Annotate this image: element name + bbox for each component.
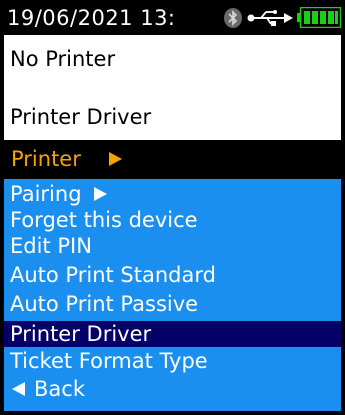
usb-icon	[247, 10, 293, 26]
printer-driver-text: Printer Driver	[10, 105, 152, 129]
menu-item-label: Auto Print Passive	[10, 292, 199, 316]
menu-item-back[interactable]: Back	[4, 377, 341, 401]
menu-item-label: Ticket Format Type	[10, 349, 208, 373]
menu-item-printer-driver[interactable]: Printer Driver	[4, 321, 341, 347]
menu-item-auto-print-passive[interactable]: Auto Print Passive	[4, 292, 341, 316]
printer-menu-list: Pairing Forget this device Edit PIN Auto…	[4, 179, 341, 414]
status-datetime: 19/06/2021 13:	[7, 6, 176, 30]
submenu-arrow-icon	[94, 187, 107, 201]
menu-item-auto-print-standard[interactable]: Auto Print Standard	[4, 263, 341, 287]
screen-bottom-edge	[1, 411, 344, 414]
menu-item-label: Pairing	[10, 182, 82, 206]
menu-item-label: Auto Print Standard	[10, 263, 216, 287]
menu-item-label: Printer Driver	[10, 322, 152, 346]
menu-item-label: Forget this device	[10, 208, 198, 232]
submenu-arrow-icon	[109, 152, 122, 166]
battery-icon	[297, 7, 341, 28]
status-bar: 19/06/2021 13:	[1, 1, 344, 35]
menu-item-label: Edit PIN	[10, 234, 92, 258]
menu-item-edit-pin[interactable]: Edit PIN	[4, 234, 341, 258]
menu-item-ticket-format-type[interactable]: Ticket Format Type	[4, 349, 341, 373]
bluetooth-icon	[224, 8, 242, 28]
back-arrow-icon	[12, 382, 25, 396]
printer-status-text: No Printer	[10, 47, 116, 71]
menu-title: Printer	[11, 147, 81, 171]
device-screen: 19/06/2021 13: No Printer Printer Driver…	[0, 0, 345, 415]
printer-info-panel: No Printer Printer Driver	[4, 35, 341, 140]
menu-item-forget-device[interactable]: Forget this device	[4, 208, 341, 232]
menu-header: Printer	[1, 141, 344, 177]
menu-item-label: Back	[34, 377, 85, 401]
menu-item-pairing[interactable]: Pairing	[4, 182, 341, 206]
